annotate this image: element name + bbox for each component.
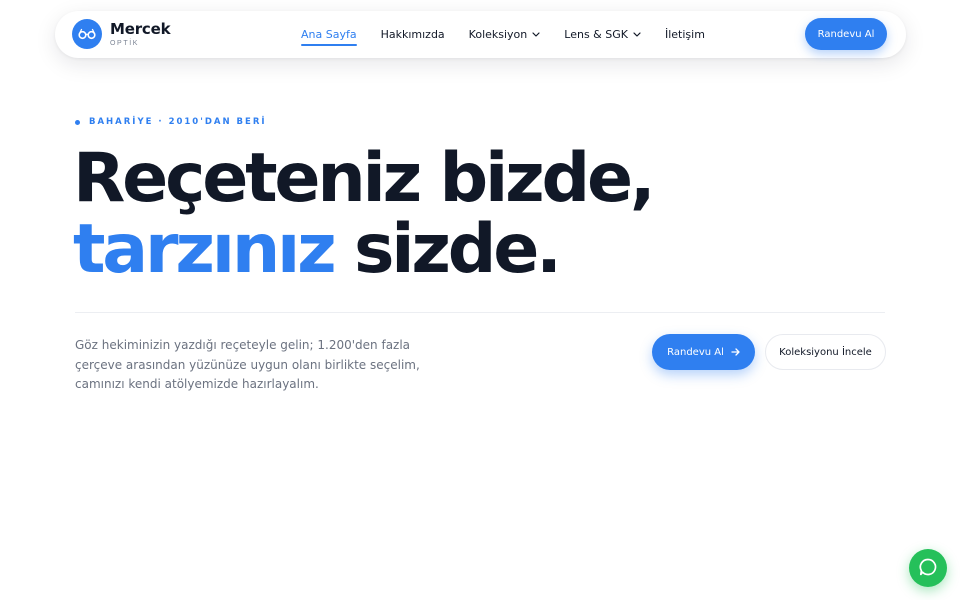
nav-item-label: Lens & SGK bbox=[564, 28, 628, 41]
brand-text: Mercek OPTİK bbox=[110, 19, 171, 47]
section-divider bbox=[75, 312, 885, 313]
main-nav: Ana Sayfa Hakkımızda Koleksiyon Lens & S… bbox=[301, 11, 729, 58]
nav-item-home[interactable]: Ana Sayfa bbox=[301, 28, 357, 46]
nav-item-label: İletişim bbox=[664, 28, 705, 41]
appointment-button-label: Randevu Al bbox=[667, 346, 724, 358]
chevron-down-icon bbox=[633, 32, 641, 37]
hero-headline: Reçeteniz bizde, tarzınız sizde. bbox=[73, 143, 656, 285]
glasses-icon bbox=[72, 19, 102, 49]
appointment-button[interactable]: Randevu Al bbox=[652, 334, 755, 370]
headline-rest: sizde. bbox=[333, 210, 562, 289]
nav-item-lens-sgk[interactable]: Lens & SGK bbox=[564, 28, 641, 41]
brand-tagline: OPTİK bbox=[110, 39, 140, 47]
headline-accent: tarzınız bbox=[73, 210, 337, 289]
eyebrow-text: BAHARİYE · 2010'DAN BERİ bbox=[89, 117, 267, 127]
arrow-right-icon bbox=[731, 348, 740, 356]
hero-description: Göz hekiminizin yazdığı reçeteyle gelin;… bbox=[75, 338, 420, 391]
nav-item-label: Ana Sayfa bbox=[301, 28, 357, 41]
headline-line-1: Reçeteniz bizde, bbox=[73, 139, 656, 218]
header-appointment-button[interactable]: Randevu Al bbox=[805, 18, 887, 50]
bullet-dot-icon bbox=[75, 119, 80, 125]
brand-logo[interactable]: Mercek OPTİK bbox=[72, 19, 171, 49]
nav-item-label: Koleksiyon bbox=[468, 28, 528, 41]
nav-item-label: Hakkımızda bbox=[380, 28, 445, 41]
nav-item-collection[interactable]: Koleksiyon bbox=[469, 28, 541, 41]
chevron-down-icon bbox=[532, 32, 540, 37]
chat-bubble-icon bbox=[918, 557, 938, 580]
brand-name: Mercek bbox=[110, 19, 171, 38]
nav-item-contact[interactable]: İletişim bbox=[665, 28, 705, 41]
nav-item-about[interactable]: Hakkımızda bbox=[381, 28, 445, 41]
site-header: Mercek OPTİK Ana Sayfa Hakkımızda Koleks… bbox=[55, 11, 906, 58]
browse-collection-button[interactable]: Koleksiyonu İncele bbox=[765, 334, 886, 370]
chat-button[interactable] bbox=[909, 549, 947, 587]
hero-eyebrow: BAHARİYE · 2010'DAN BERİ bbox=[75, 117, 267, 127]
